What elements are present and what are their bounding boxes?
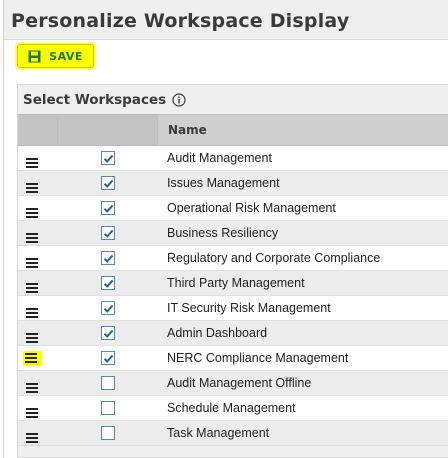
checkbox-cell <box>58 246 158 270</box>
drag-handle-cell <box>18 221 58 245</box>
table-row: Audit Management <box>18 146 448 171</box>
table-body: Audit Management Issues Management Operati… <box>18 146 448 446</box>
checkbox-unchecked[interactable] <box>101 401 115 415</box>
checkbox-checked[interactable] <box>101 251 115 265</box>
checkbox-checked[interactable] <box>101 226 115 240</box>
checkbox-cell <box>58 421 158 445</box>
table-row: IT Security Risk Management <box>18 296 448 321</box>
table-row: Issues Management <box>18 171 448 196</box>
table-row: NERC Compliance Management <box>18 346 448 371</box>
table-row: Operational Risk Management <box>18 196 448 221</box>
checkbox-checked[interactable] <box>101 276 115 290</box>
drag-handle-icon[interactable] <box>26 303 40 318</box>
checkbox-checked[interactable] <box>101 301 115 315</box>
drag-handle-icon[interactable] <box>26 403 40 418</box>
checkbox-cell <box>58 221 158 245</box>
column-header-name[interactable]: Name <box>158 115 448 145</box>
drag-handle-cell <box>18 371 58 395</box>
table-row: Task Management <box>18 421 448 446</box>
drag-handle-cell <box>18 271 58 295</box>
column-header-handle <box>18 115 58 145</box>
drag-handle-cell <box>18 196 58 220</box>
workspace-name: Regulatory and Corporate Compliance <box>167 251 381 265</box>
workspace-name: Third Party Management <box>167 276 305 290</box>
drag-handle-cell <box>18 321 58 345</box>
drag-handle-icon[interactable] <box>26 278 40 293</box>
column-header-select <box>58 115 158 145</box>
table-row: Audit Management Offline <box>18 371 448 396</box>
drag-handle-cell <box>18 171 58 195</box>
drag-handle-icon[interactable] <box>26 253 40 268</box>
workspace-name: Operational Risk Management <box>167 201 336 215</box>
workspace-name: Schedule Management <box>167 401 296 415</box>
drag-handle-icon[interactable] <box>26 178 40 193</box>
title-bar: Personalize Workspace Display <box>4 0 448 40</box>
workspace-name: Task Management <box>167 426 270 440</box>
checkbox-cell <box>58 196 158 220</box>
save-button[interactable]: SAVE <box>17 44 94 68</box>
checkbox-cell <box>58 321 158 345</box>
drag-handle-cell <box>18 421 58 445</box>
checkbox-unchecked[interactable] <box>101 376 115 390</box>
checkbox-checked[interactable] <box>101 201 115 215</box>
workspace-panel: Personalize Workspace Display SAVE Selec… <box>3 0 448 458</box>
checkbox-cell <box>58 346 158 370</box>
checkbox-cell <box>58 371 158 395</box>
table-row: Third Party Management <box>18 271 448 296</box>
section-title: Select Workspaces <box>23 91 167 108</box>
checkbox-cell <box>58 271 158 295</box>
page-title: Personalize Workspace Display <box>11 10 350 32</box>
drag-handle-icon[interactable] <box>23 351 42 366</box>
table-header: Name <box>18 114 448 146</box>
drag-handle-icon[interactable] <box>26 328 40 343</box>
drag-handle-icon[interactable] <box>26 378 40 393</box>
workspaces-table: Name Audit Management Issues Management Op… <box>18 114 448 446</box>
table-row: Schedule Management <box>18 396 448 421</box>
drag-handle-icon[interactable] <box>26 203 40 218</box>
drag-handle-icon[interactable] <box>26 153 40 168</box>
table-row: Admin Dashboard <box>18 321 448 346</box>
info-icon[interactable] <box>172 92 186 107</box>
workspace-name: NERC Compliance Management <box>167 351 349 365</box>
drag-handle-cell <box>18 246 58 270</box>
drag-handle-icon[interactable] <box>26 228 40 243</box>
checkbox-cell <box>58 171 158 195</box>
table-row: Business Resiliency <box>18 221 448 246</box>
table-row: Regulatory and Corporate Compliance <box>18 246 448 271</box>
checkbox-checked[interactable] <box>101 176 115 190</box>
drag-handle-cell <box>18 396 58 420</box>
select-workspaces-section: Select Workspaces Name Audit Management I… <box>17 84 448 458</box>
checkbox-cell <box>58 146 158 170</box>
checkbox-checked[interactable] <box>101 151 115 165</box>
drag-handle-cell <box>18 146 58 170</box>
workspace-name: Audit Management <box>167 151 272 165</box>
checkbox-cell <box>58 396 158 420</box>
checkbox-cell <box>58 296 158 320</box>
save-icon <box>28 50 41 62</box>
section-header: Select Workspaces <box>18 85 448 114</box>
workspace-name: Business Resiliency <box>167 226 279 240</box>
workspace-name: Admin Dashboard <box>167 326 268 340</box>
drag-handle-icon[interactable] <box>26 428 40 443</box>
drag-handle-cell <box>18 346 58 370</box>
workspace-name: IT Security Risk Management <box>167 301 331 315</box>
workspace-name: Issues Management <box>167 176 280 190</box>
workspace-name: Audit Management Offline <box>167 376 312 390</box>
drag-handle-cell <box>18 296 58 320</box>
checkbox-checked[interactable] <box>101 326 115 340</box>
checkbox-checked[interactable] <box>101 351 115 365</box>
save-button-label: SAVE <box>49 49 83 63</box>
checkbox-unchecked[interactable] <box>101 426 115 440</box>
